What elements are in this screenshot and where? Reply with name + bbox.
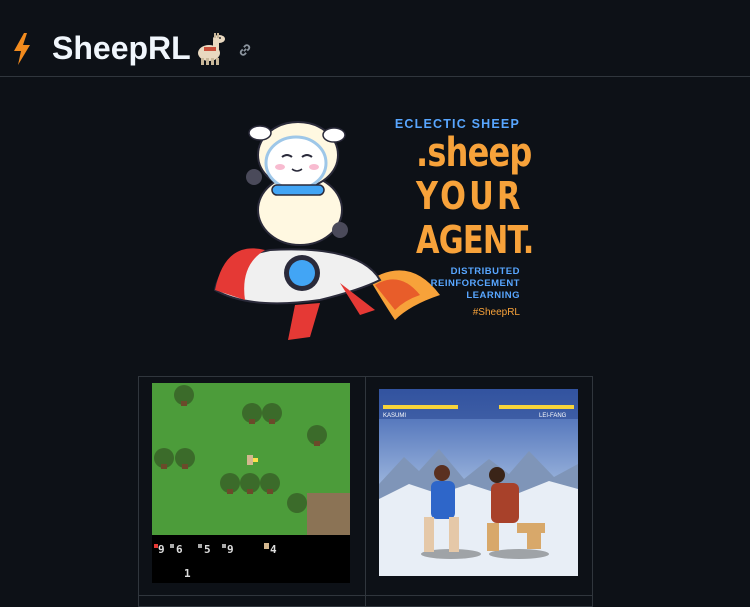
lightning-bolt-icon: [14, 33, 30, 65]
svg-text:9: 9: [227, 543, 234, 556]
crafter-screenshot: 9 6 5 9 41: [152, 383, 350, 583]
svg-text:6: 6: [176, 543, 183, 556]
logo-hashtag: #SheepRL: [472, 307, 520, 318]
logo-your-label: YOUR: [416, 174, 524, 218]
link-icon[interactable]: [236, 41, 254, 59]
logo-drl-line1: DISTRIBUTED: [450, 266, 520, 277]
games-table-cell: [365, 595, 593, 607]
games-table-cell: 965941: [138, 376, 366, 596]
svg-text:5: 5: [204, 543, 211, 556]
fighter-p1-name: KASUMI: [383, 413, 406, 419]
page-title: SheepRL: [52, 30, 191, 66]
fighter-p2-name: LEI-FANG: [539, 413, 567, 419]
readme-header: SheepRL: [0, 0, 750, 77]
logo-agent-label: AGENT.: [416, 218, 534, 262]
games-table-cell: [138, 595, 366, 607]
fighting-game-screenshot: KASUMI LEI-FANG: [379, 389, 578, 576]
svg-text:9: 9: [158, 543, 165, 556]
games-table-cell: KASUMI LEI-FANG: [365, 376, 593, 596]
llama-icon: [198, 33, 225, 65]
svg-text:4: 4: [270, 543, 277, 556]
games-table: 965941 KASUMI LEI-FANG: [138, 376, 593, 607]
logo-drl-line3: LEARNING: [466, 290, 520, 301]
logo-text: ECLECTIC SHEEP .sheep YOUR AGENT. DISTRI…: [390, 116, 535, 320]
svg-text:1: 1: [184, 567, 191, 580]
logo-sheep-label: .sheep: [416, 130, 532, 176]
logo-drl-line2: REINFORCEMENT: [430, 278, 520, 289]
